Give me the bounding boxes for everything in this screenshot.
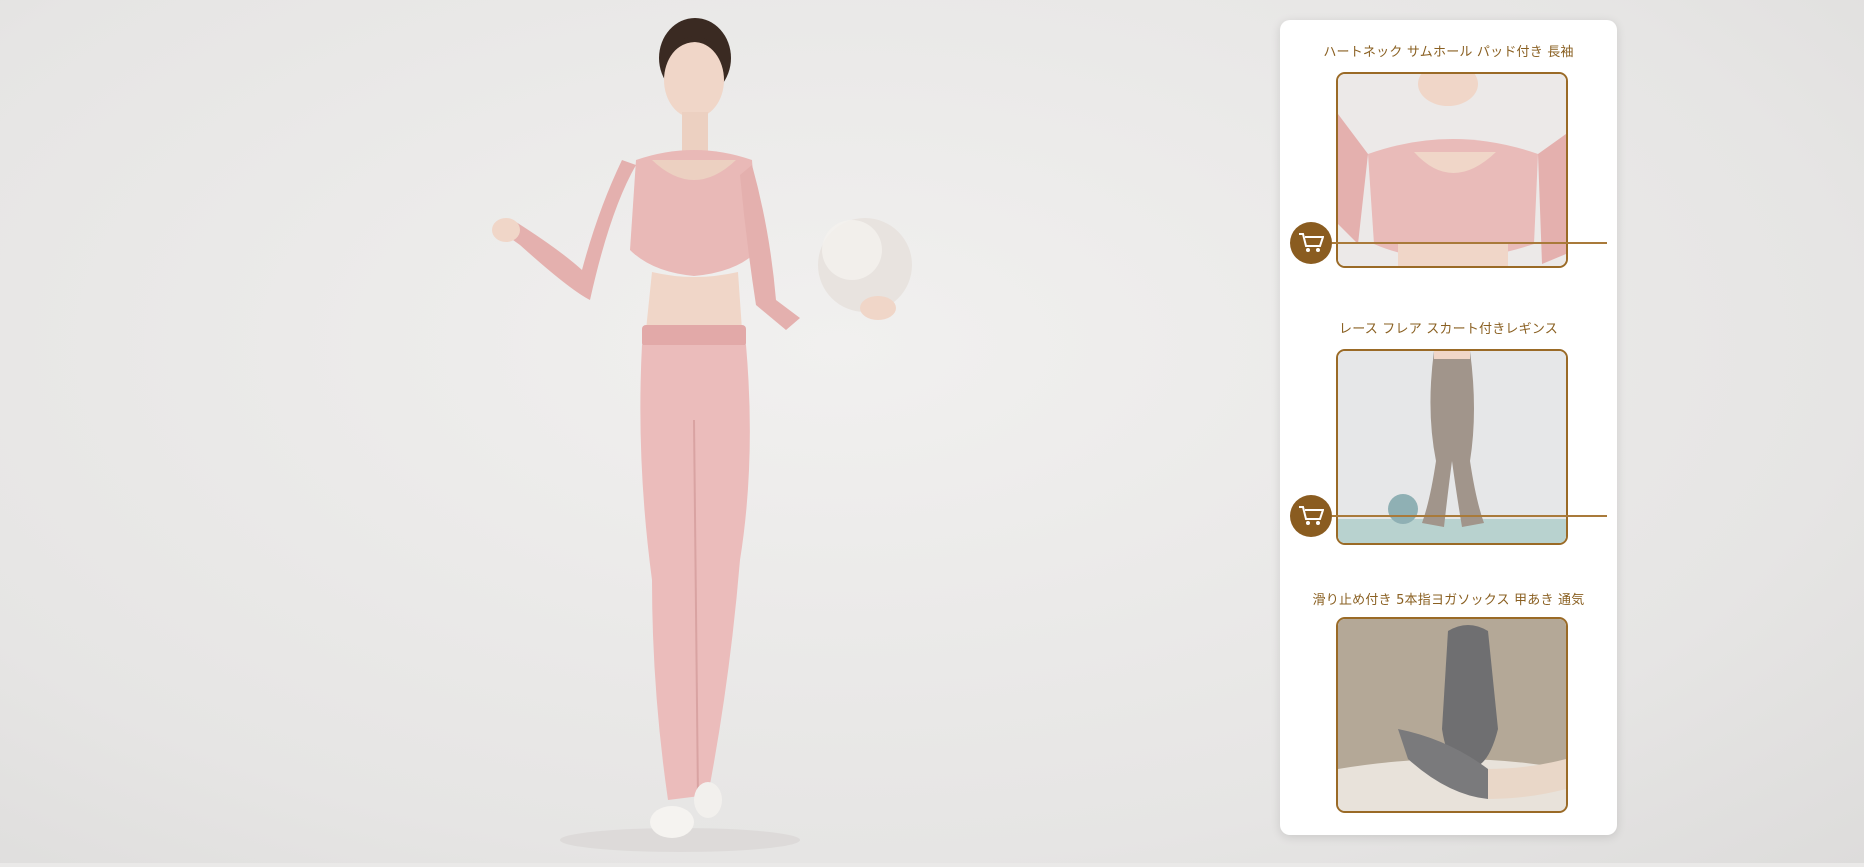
product-display-page: ハートネック サムホール パッド付き 長袖 レース フレア スカート付きレギンス… <box>0 0 1864 863</box>
cart-divider-1 <box>1290 222 1617 266</box>
cart-divider-2 <box>1290 495 1617 539</box>
cart-icon[interactable] <box>1290 495 1332 537</box>
product-title-3[interactable]: 滑り止め付き 5本指ヨガソックス 甲あき 通気 <box>1280 589 1617 608</box>
product-title-2[interactable]: レース フレア スカート付きレギンス <box>1280 318 1617 337</box>
product-title-1[interactable]: ハートネック サムホール パッド付き 長袖 <box>1280 41 1617 60</box>
hero-model-image <box>440 0 960 863</box>
divider-line <box>1332 515 1607 517</box>
divider-line <box>1332 242 1607 244</box>
related-products-panel: ハートネック サムホール パッド付き 長袖 レース フレア スカート付きレギンス… <box>1280 20 1617 835</box>
cart-icon[interactable] <box>1290 222 1332 264</box>
product-image-toe-socks[interactable] <box>1336 617 1568 813</box>
